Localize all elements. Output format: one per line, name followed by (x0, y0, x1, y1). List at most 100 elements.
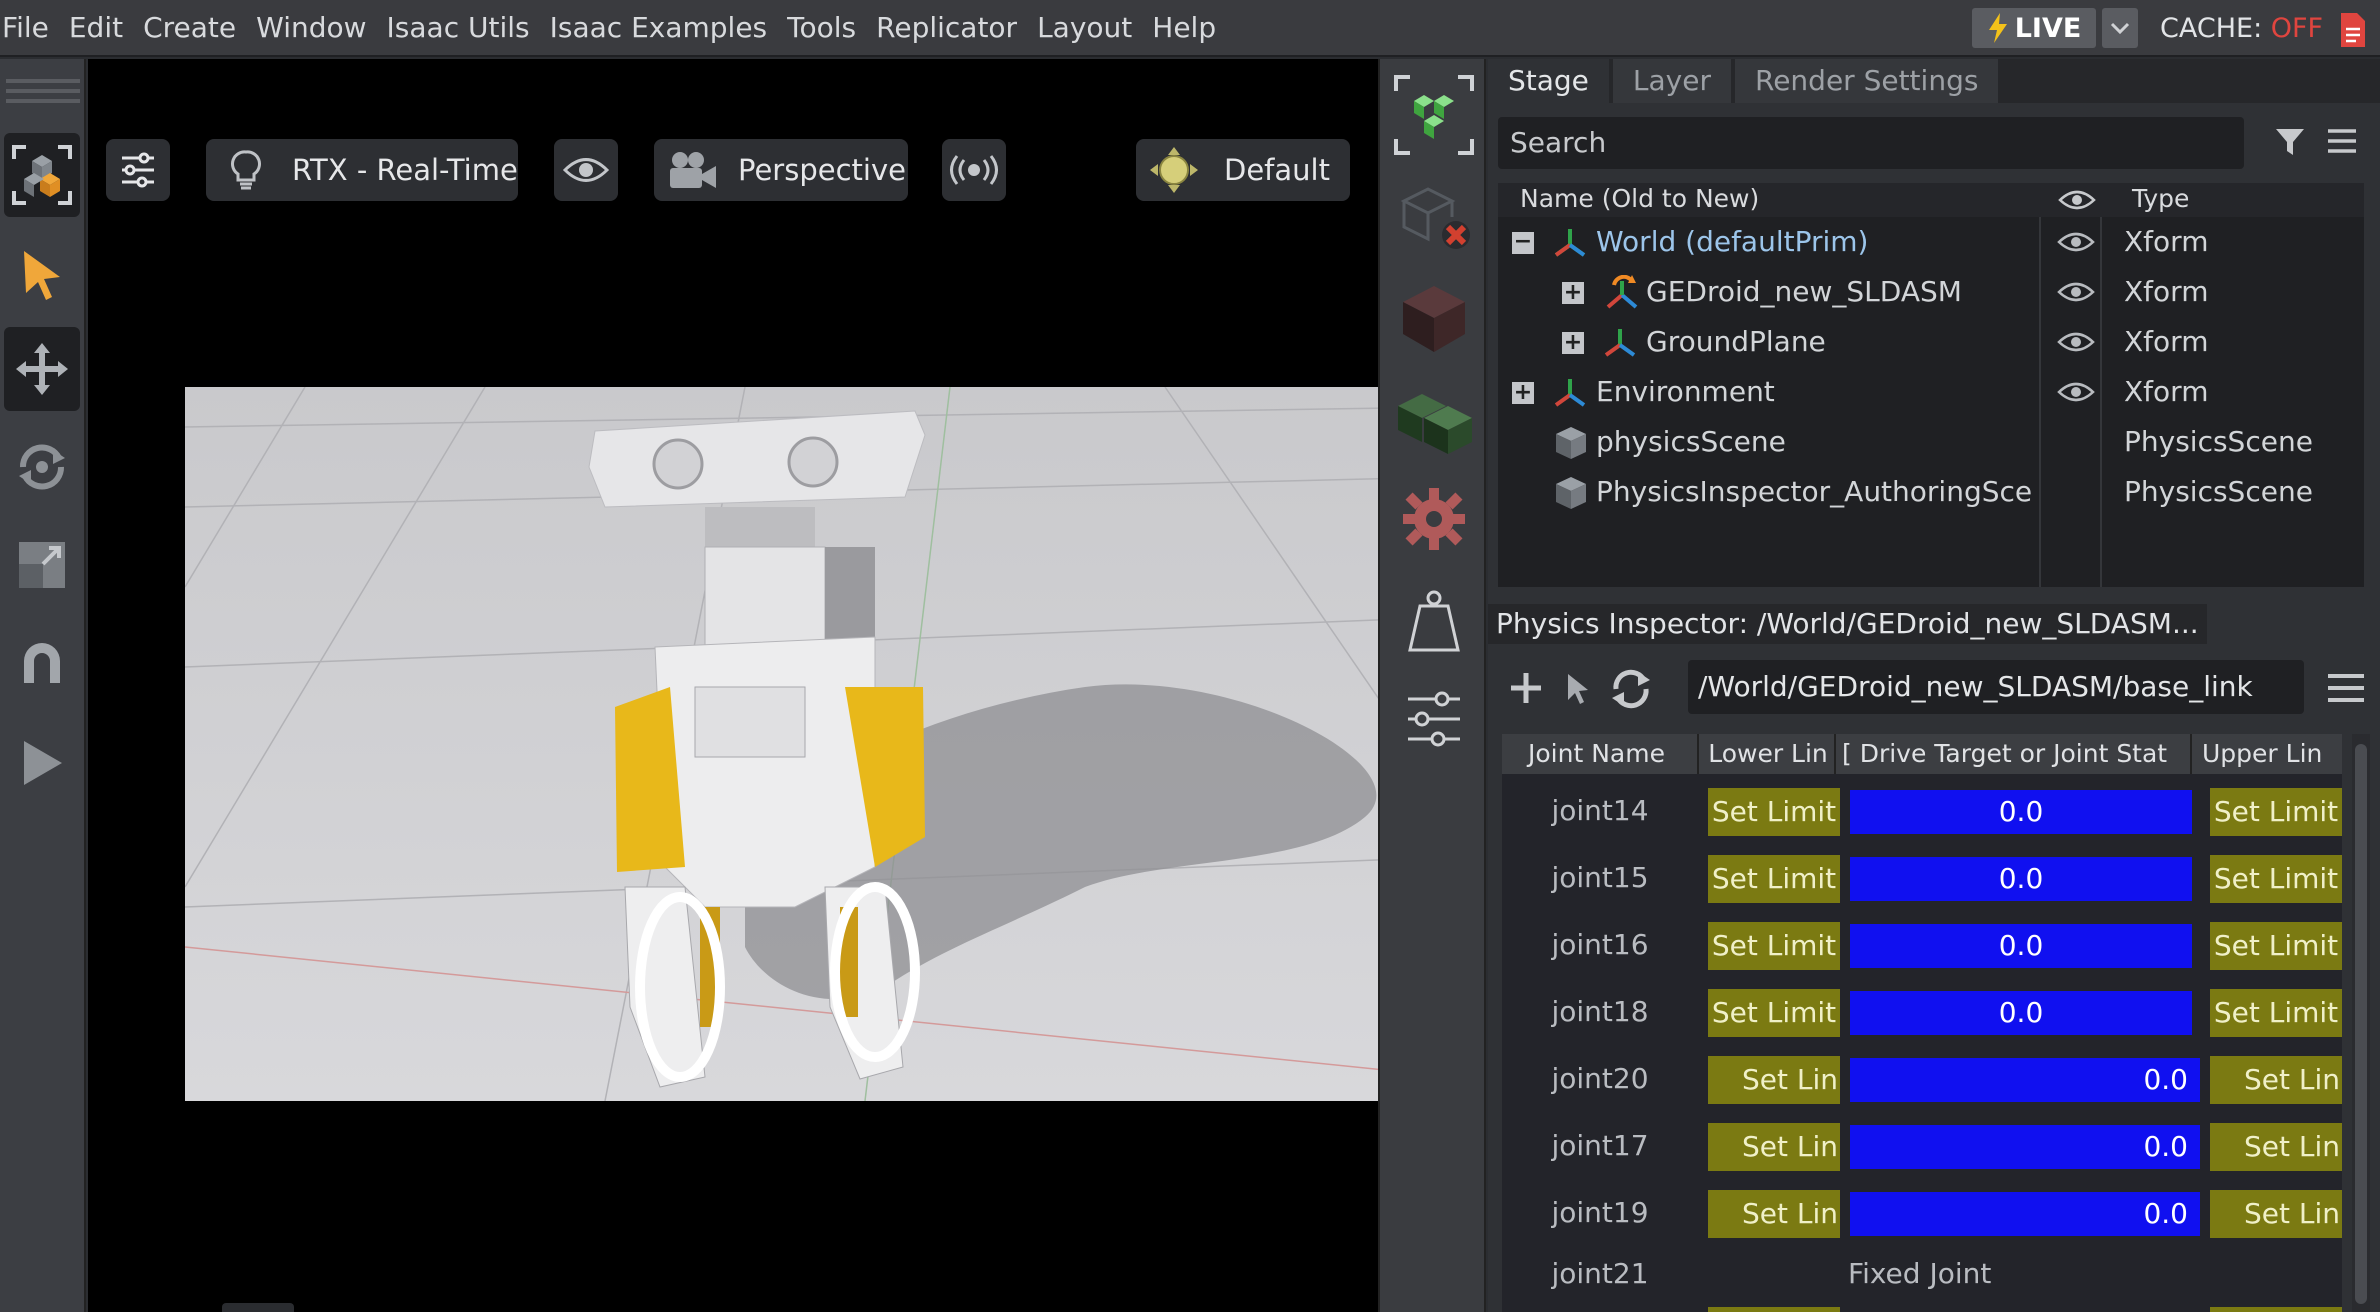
joint-name: joint21 (1551, 1257, 1649, 1290)
add-icon[interactable] (1508, 670, 1544, 706)
menu-isaac-utils[interactable]: Isaac Utils (377, 0, 540, 56)
stage-row-physics-inspector-scene[interactable]: PhysicsInspector_AuthoringSce PhysicsSce… (1498, 467, 2364, 517)
expand-icon[interactable]: + (1562, 282, 1584, 304)
eye-icon[interactable] (2057, 381, 2095, 403)
menu-file[interactable]: File (0, 0, 59, 56)
joint-row: joint15 Set Limit 0.0 Set Limit (1502, 841, 2342, 908)
rotate-button[interactable] (4, 425, 80, 509)
set-upper-limit-button[interactable]: Set Lin (2210, 1056, 2342, 1104)
select-button[interactable] (4, 233, 80, 317)
stage-row-environment[interactable]: + Environment Xform (1498, 367, 2364, 417)
menu-edit[interactable]: Edit (59, 0, 133, 56)
set-lower-limit-button[interactable]: Set Limit (1708, 788, 1840, 836)
camera-selector[interactable]: Perspective (654, 139, 908, 201)
expand-icon[interactable]: + (1512, 382, 1534, 404)
visibility-menu-button[interactable] (554, 139, 618, 201)
tab-layer[interactable]: Layer (1612, 59, 1731, 103)
snap-button[interactable] (4, 621, 80, 705)
hamburger-menu-icon[interactable] (2324, 125, 2360, 157)
menu-layout[interactable]: Layout (1027, 0, 1142, 56)
move-icon (16, 343, 68, 395)
menu-replicator[interactable]: Replicator (866, 0, 1027, 56)
broadcast-menu-button[interactable] (942, 139, 1006, 201)
prim-path-field[interactable]: /World/GEDroid_new_SLDASM/base_link (1688, 660, 2304, 714)
renderer-label: RTX - Real-Time (292, 153, 518, 187)
selection-mode-button[interactable] (4, 133, 80, 217)
snap-magnet-icon (24, 643, 60, 683)
set-upper-limit-button[interactable]: Set Limit (2210, 989, 2342, 1037)
drive-target-slider[interactable]: 0.0 (1850, 924, 2192, 968)
joint-table-scrollbar[interactable] (2352, 734, 2370, 1312)
set-upper-limit-button[interactable]: Set Limit (2210, 922, 2342, 970)
live-button[interactable]: LIVE (1972, 8, 2096, 48)
eye-icon[interactable] (2057, 281, 2095, 303)
move-button[interactable] (4, 327, 80, 411)
set-upper-limit-button[interactable]: Set Limit (2210, 855, 2342, 903)
drive-target-slider[interactable]: 0.0 (1850, 1192, 2200, 1236)
set-lower-limit-button[interactable]: Set Limit (1708, 922, 1840, 970)
drive-target-header[interactable]: [ Drive Target or Joint Stat (1842, 739, 2186, 768)
drive-target-slider[interactable]: 0.0 (1850, 1125, 2200, 1169)
column-type-header[interactable]: Type (2132, 184, 2189, 213)
joint-name: joint19 (1551, 1196, 1649, 1229)
play-button[interactable] (4, 721, 80, 805)
cache-status[interactable]: CACHE: OFF (2160, 0, 2368, 57)
drive-target-slider[interactable]: 0.0 (1850, 857, 2192, 901)
eye-icon[interactable] (2057, 331, 2095, 353)
prim-type: PhysicsScene (2124, 425, 2313, 458)
menu-help[interactable]: Help (1142, 0, 1226, 56)
drive-target-slider[interactable]: 0.0 (1850, 790, 2192, 834)
hamburger-menu-icon[interactable] (2326, 670, 2366, 706)
tuning-button[interactable] (1390, 675, 1478, 763)
collapse-icon[interactable]: − (1512, 231, 1534, 254)
eye-icon[interactable] (2057, 231, 2095, 253)
tab-render-settings[interactable]: Render Settings (1735, 59, 1999, 103)
settings-sliders-icon (122, 152, 154, 188)
remove-prim-button[interactable] (1390, 173, 1478, 261)
set-lower-limit-button[interactable]: Set Lin (1708, 1123, 1840, 1171)
stage-row-world[interactable]: − World (defaultPrim) Xform (1498, 217, 2364, 267)
live-dropdown-button[interactable] (2102, 8, 2138, 48)
viewport[interactable]: RTX - Real-Time Perspective Default m (88, 59, 1453, 1312)
refresh-icon[interactable] (1608, 666, 1654, 712)
renderer-selector[interactable]: RTX - Real-Time (206, 139, 518, 201)
menu-isaac-examples[interactable]: Isaac Examples (540, 0, 778, 56)
stage-row-gedroid[interactable]: + GEDroid_new_SLDASM Xform (1498, 267, 2364, 317)
set-lower-limit-button[interactable]: Set Lin (1708, 1190, 1840, 1238)
filter-icon[interactable] (2272, 123, 2312, 163)
column-name-header[interactable]: Name (Old to New) (1520, 184, 1759, 213)
physics-inspector-title[interactable]: Physics Inspector: /World/GEDroid_new_SL… (1488, 604, 2207, 644)
create-mesh-button[interactable] (1390, 377, 1478, 465)
set-lower-limit-button[interactable]: Set Limit (1708, 989, 1840, 1037)
scale-icon (19, 542, 65, 588)
set-upper-limit-button[interactable]: Set Lin (2210, 1190, 2342, 1238)
lower-limit-header[interactable]: Lower Lin (1702, 739, 1834, 768)
create-prim-button[interactable] (1390, 275, 1478, 363)
physics-settings-button[interactable] (1390, 475, 1478, 563)
stage-search-input[interactable]: Search (1498, 117, 2244, 169)
lighting-selector[interactable]: Default (1136, 139, 1350, 201)
drive-target-slider[interactable]: 0.0 (1850, 1058, 2200, 1102)
menu-window[interactable]: Window (246, 0, 376, 56)
prim-name: Environment (1596, 375, 1775, 408)
prim-type: Xform (2124, 325, 2209, 358)
selection-group-button[interactable] (1390, 71, 1478, 159)
set-lower-limit-button[interactable]: Set Lin (1708, 1056, 1840, 1104)
stage-row-groundplane[interactable]: + GroundPlane Xform (1498, 317, 2364, 367)
set-upper-limit-button[interactable]: Set Limit (2210, 788, 2342, 836)
viewport-settings-button[interactable] (106, 139, 170, 201)
select-arrow-icon[interactable] (1562, 670, 1592, 706)
menu-create[interactable]: Create (133, 0, 246, 56)
scrollbar-thumb[interactable] (2355, 744, 2367, 1304)
drive-target-slider[interactable]: 0.0 (1850, 991, 2192, 1035)
scale-button[interactable] (4, 523, 80, 607)
expand-icon[interactable]: + (1562, 332, 1584, 354)
menu-tools[interactable]: Tools (777, 0, 866, 56)
set-upper-limit-button[interactable]: Set Lin (2210, 1123, 2342, 1171)
upper-limit-header[interactable]: Upper Lin (2202, 739, 2342, 768)
set-lower-limit-button[interactable]: Set Limit (1708, 855, 1840, 903)
joint-name-header[interactable]: Joint Name (1528, 739, 1665, 768)
stage-row-physicsscene[interactable]: physicsScene PhysicsScene (1498, 417, 2364, 467)
mass-button[interactable] (1390, 577, 1478, 665)
tab-stage[interactable]: Stage (1488, 59, 1609, 103)
